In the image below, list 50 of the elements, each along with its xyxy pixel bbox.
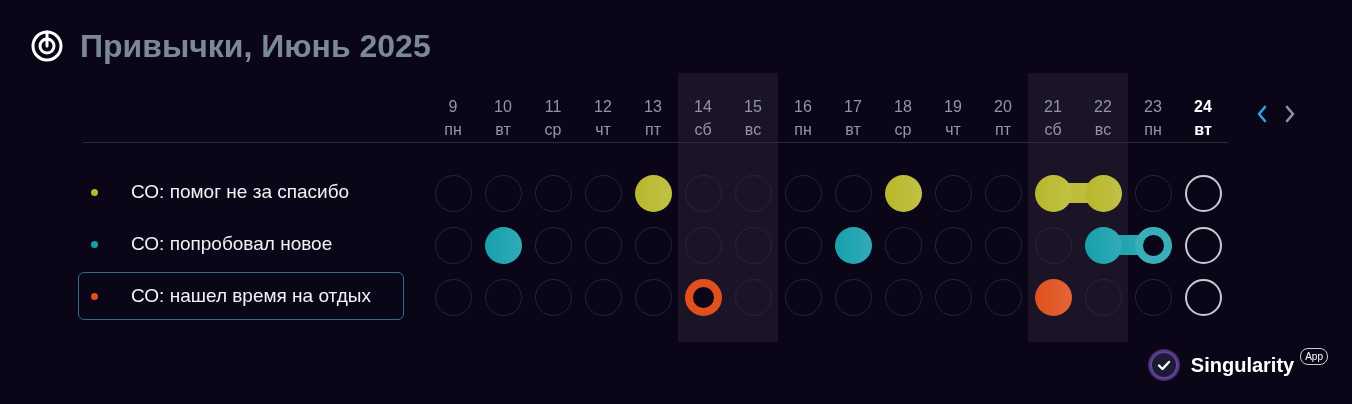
day-number: 17 (843, 97, 863, 117)
day-number: 19 (943, 97, 963, 117)
day-number: 22 (1093, 97, 1113, 117)
day-number: 10 (493, 97, 513, 117)
day-number: 15 (743, 97, 763, 117)
filled-circle[interactable] (834, 226, 872, 264)
weekday-label: пн (793, 120, 813, 140)
day-number: 20 (993, 97, 1013, 117)
ring-circle[interactable] (684, 278, 722, 316)
day-number: 16 (793, 97, 813, 117)
weekday-label: вс (1093, 120, 1113, 140)
filled-circle[interactable] (884, 174, 922, 212)
weekday-label: пн (443, 120, 463, 140)
filled-circle[interactable] (634, 174, 672, 212)
weekday-label: пн (1143, 120, 1163, 140)
weekday-label: вт (494, 120, 512, 140)
day-number: 12 (593, 97, 613, 117)
weekday-label: чт (594, 120, 612, 140)
day-number: 24 (1193, 97, 1213, 117)
weekday-label: сб (693, 120, 713, 140)
weekday-label: пт (994, 120, 1012, 140)
weekday-label: сб (1043, 120, 1063, 140)
habit-item[interactable]: СО: помог не за спасибо (78, 168, 404, 216)
day-number: 18 (893, 97, 913, 117)
brand-name: Singularity (1190, 353, 1295, 378)
day-number: 11 (543, 97, 563, 117)
target-icon (30, 28, 64, 63)
filled-circle[interactable] (1084, 226, 1122, 264)
filled-circle[interactable] (1084, 174, 1122, 212)
filled-circle[interactable] (484, 226, 522, 264)
habit-item[interactable]: СО: попробовал новое (78, 220, 404, 268)
weekday-label: ср (543, 120, 563, 140)
brand-tag: App (1300, 348, 1328, 365)
day-number: 23 (1143, 97, 1163, 117)
page-title: Привычки, Июнь 2025 (80, 29, 431, 62)
day-number: 21 (1043, 97, 1063, 117)
day-number: 9 (447, 97, 459, 117)
weekday-label: ср (893, 120, 913, 140)
weekday-label: вс (743, 120, 763, 140)
day-number: 13 (643, 97, 663, 117)
weekday-label: вт (844, 120, 862, 140)
weekday-label: вт (1193, 120, 1213, 140)
ring-circle[interactable] (1134, 226, 1172, 264)
check-icon (1146, 348, 1181, 382)
weekday-label: чт (944, 120, 962, 140)
habit-item[interactable]: СО: нашел время на отдых (78, 272, 404, 320)
day-number: 14 (693, 97, 713, 117)
weekday-label: пт (644, 120, 662, 140)
filled-circle[interactable] (1034, 278, 1072, 316)
filled-circle[interactable] (1034, 174, 1072, 212)
